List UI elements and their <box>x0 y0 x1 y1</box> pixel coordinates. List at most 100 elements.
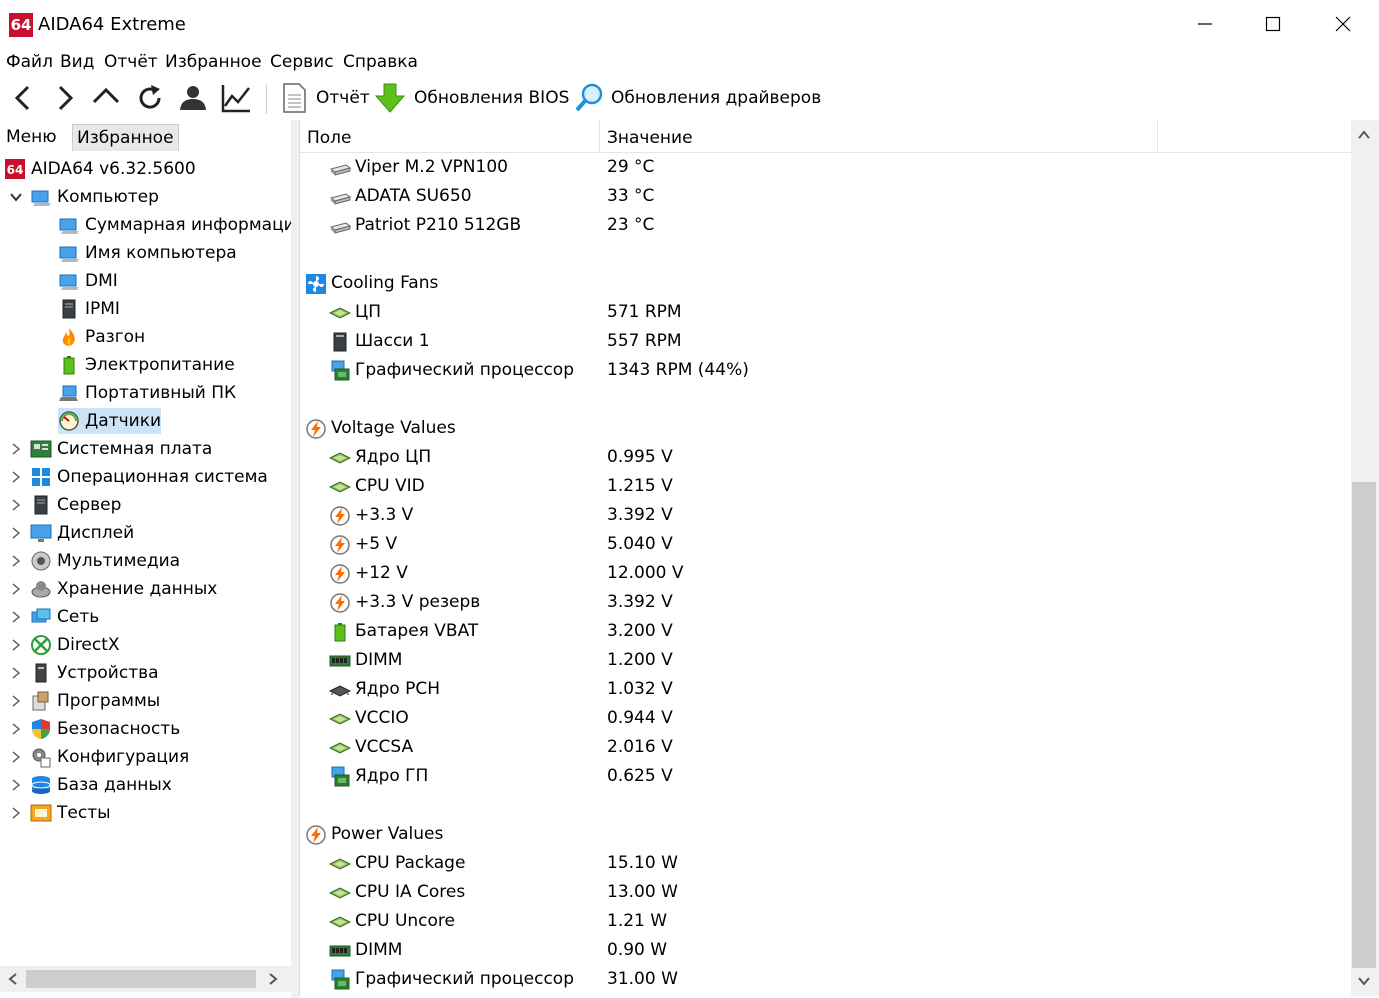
pane-splitter[interactable] <box>291 120 299 998</box>
sensor-row[interactable]: Ядро ГП 0.625 V <box>300 762 1352 791</box>
refresh-icon[interactable] <box>134 82 166 114</box>
sensor-row[interactable]: Батарея VBAT 3.200 V <box>300 617 1352 646</box>
driver-update-button[interactable]: Обновления драйверов <box>611 88 821 108</box>
expand-icon[interactable] <box>9 554 23 568</box>
back-icon[interactable] <box>8 82 40 114</box>
expand-icon[interactable] <box>9 582 23 596</box>
tab-favorites[interactable]: Избранное <box>72 124 179 151</box>
sensor-row[interactable]: +3.3 V 3.392 V <box>300 501 1352 530</box>
sensor-row[interactable]: CPU VID 1.215 V <box>300 472 1352 501</box>
sensor-row[interactable]: CPU Package 15.10 W <box>300 849 1352 878</box>
tree-item[interactable]: Портативный ПК <box>58 380 236 406</box>
expand-icon[interactable] <box>9 470 23 484</box>
tree-item[interactable]: Безопасность <box>30 716 180 742</box>
scroll-thumb[interactable] <box>26 970 256 988</box>
tree-item[interactable]: Суммарная информация <box>58 212 291 238</box>
tree-item[interactable]: Операционная система <box>30 464 268 490</box>
column-header: Поле Значение <box>300 120 1352 153</box>
tree-item[interactable]: Разгон <box>58 324 145 350</box>
tree-item[interactable]: Сервер <box>30 492 121 518</box>
sensor-row[interactable]: +12 V 12.000 V <box>300 559 1352 588</box>
expand-icon[interactable] <box>9 526 23 540</box>
tree-item[interactable]: База данных <box>30 772 172 798</box>
forward-icon[interactable] <box>48 82 80 114</box>
menu-service[interactable]: Сервис <box>270 52 334 72</box>
tree-item[interactable]: Мультимедиа <box>30 548 180 574</box>
up-icon[interactable] <box>90 82 122 114</box>
expand-icon[interactable] <box>9 694 23 708</box>
expand-icon[interactable] <box>9 666 23 680</box>
close-button[interactable] <box>1308 0 1378 48</box>
report-button[interactable]: Отчёт <box>316 88 370 108</box>
tree-item[interactable]: Системная плата <box>30 436 212 462</box>
menu-help[interactable]: Справка <box>343 52 418 72</box>
tab-menu[interactable]: Меню <box>2 124 61 150</box>
tree-item[interactable]: Датчики <box>58 408 162 434</box>
expand-icon[interactable] <box>9 750 23 764</box>
tree-item[interactable]: Программы <box>30 688 160 714</box>
sensor-row[interactable]: Шасси 1 557 RPM <box>300 327 1352 356</box>
bios-update-button[interactable]: Обновления BIOS <box>414 88 569 108</box>
group-header[interactable]: Cooling Fans <box>300 269 1352 298</box>
tree-item[interactable]: Тесты <box>30 800 111 826</box>
minimize-button[interactable] <box>1170 0 1240 48</box>
sensor-row[interactable]: Ядро ЦП 0.995 V <box>300 443 1352 472</box>
collapse-icon[interactable] <box>9 190 23 204</box>
expand-icon[interactable] <box>9 778 23 792</box>
fan-icon <box>306 274 326 294</box>
tree-item[interactable]: Электропитание <box>58 352 235 378</box>
menu-file[interactable]: Файл <box>6 52 53 72</box>
sensor-row[interactable]: ADATA SU650 33 °C <box>300 182 1352 211</box>
magnifier-icon[interactable] <box>574 82 606 114</box>
sensor-row[interactable]: Графический процессор 31.00 W <box>300 965 1352 994</box>
sensor-row[interactable]: DIMM 0.90 W <box>300 936 1352 965</box>
column-value[interactable]: Значение <box>607 128 693 148</box>
tree-item[interactable]: Сеть <box>30 604 99 630</box>
tree-item[interactable]: DMI <box>58 268 118 294</box>
sensor-row[interactable]: CPU IA Cores 13.00 W <box>300 878 1352 907</box>
expand-icon[interactable] <box>9 722 23 736</box>
group-header[interactable]: Power Values <box>300 820 1352 849</box>
sensor-row[interactable]: Patriot P210 512GB 23 °C <box>300 211 1352 240</box>
report-icon[interactable] <box>278 82 310 114</box>
tree-item[interactable]: Имя компьютера <box>58 240 237 266</box>
sensor-row[interactable]: ЦП 571 RPM <box>300 298 1352 327</box>
maximize-button[interactable] <box>1238 0 1308 48</box>
tree-item[interactable]: Дисплей <box>30 520 134 546</box>
user-icon[interactable] <box>176 82 208 114</box>
download-arrow-icon[interactable] <box>374 82 406 114</box>
tree-item-label: Тесты <box>57 803 111 823</box>
vertical-scrollbar[interactable] <box>1351 120 1379 996</box>
sensor-row[interactable]: +5 V 5.040 V <box>300 530 1352 559</box>
tree-item[interactable]: Компьютер <box>30 184 159 210</box>
tree-item[interactable]: Конфигурация <box>30 744 189 770</box>
tree-item[interactable]: DirectX <box>30 632 120 658</box>
sensor-row[interactable]: DIMM 1.200 V <box>300 646 1352 675</box>
scroll-thumb[interactable] <box>1352 482 1376 968</box>
menu-favorites[interactable]: Избранное <box>165 52 262 72</box>
sensor-row[interactable]: +3.3 V резерв 3.392 V <box>300 588 1352 617</box>
tree-item[interactable]: 64 AIDA64 v6.32.5600 <box>4 156 196 182</box>
expand-icon[interactable] <box>9 610 23 624</box>
column-field[interactable]: Поле <box>307 128 352 148</box>
sensor-row[interactable]: Viper M.2 VPN100 29 °C <box>300 153 1352 182</box>
expand-icon[interactable] <box>9 498 23 512</box>
battery-icon <box>334 623 346 642</box>
sensor-row[interactable]: VCCSA 2.016 V <box>300 733 1352 762</box>
sensor-row[interactable]: Графический процессор 1343 RPM (44%) <box>300 356 1352 385</box>
menu-view[interactable]: Вид <box>60 52 94 72</box>
tree-item[interactable]: Устройства <box>30 660 159 686</box>
sensor-row[interactable]: Ядро PCH 1.032 V <box>300 675 1352 704</box>
group-header[interactable]: Voltage Values <box>300 414 1352 443</box>
horizontal-scrollbar[interactable] <box>0 966 291 992</box>
tree-item-label: Сервер <box>57 495 122 515</box>
expand-icon[interactable] <box>9 806 23 820</box>
sensor-row[interactable]: VCCIO 0.944 V <box>300 704 1352 733</box>
menu-report[interactable]: Отчёт <box>104 52 158 72</box>
chart-icon[interactable] <box>220 82 252 114</box>
sensor-row[interactable]: CPU Uncore 1.21 W <box>300 907 1352 936</box>
expand-icon[interactable] <box>9 442 23 456</box>
tree-item[interactable]: IPMI <box>58 296 120 322</box>
expand-icon[interactable] <box>9 638 23 652</box>
tree-item[interactable]: Хранение данных <box>30 576 217 602</box>
